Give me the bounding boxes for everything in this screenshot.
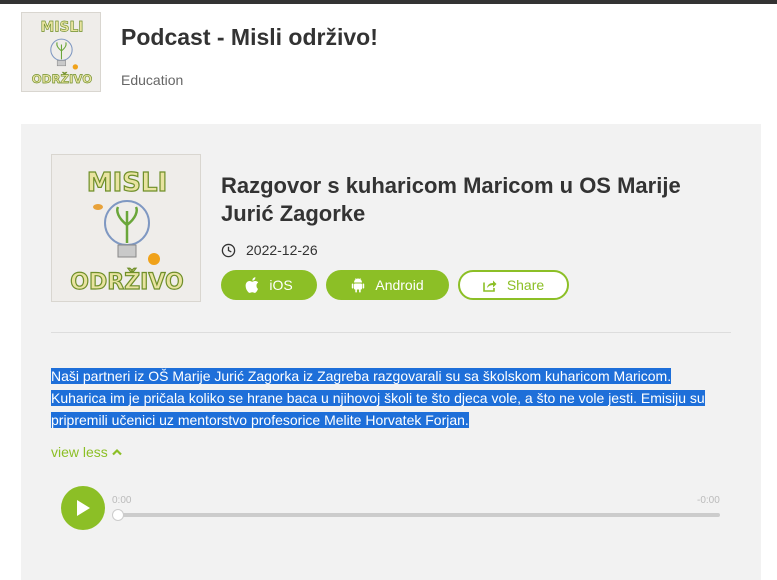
- episode-description: Naši partneri iz OŠ Marije Jurić Zagorka…: [51, 365, 741, 431]
- episode-cover-line1: MISLI: [87, 168, 168, 198]
- podcast-cover-art: MISLI ODRŽIVO: [22, 13, 100, 91]
- progress-bar[interactable]: [117, 513, 720, 517]
- share-icon: [483, 280, 497, 292]
- cover-line1: MISLI: [41, 20, 84, 36]
- chevron-up-icon: [112, 448, 122, 456]
- current-time: 0:00: [112, 495, 132, 506]
- android-icon: [352, 278, 365, 293]
- description-line: Kuharica im je pričala koliko se hrane b…: [51, 390, 705, 406]
- clock-icon: [221, 243, 236, 257]
- play-icon: [77, 500, 90, 516]
- android-button-label: Android: [375, 277, 424, 293]
- podcast-cover: MISLI ODRŽIVO: [21, 12, 101, 92]
- episode-title: Razgovor s kuharicom Maricom u OS Marije…: [221, 173, 681, 226]
- top-bar: [0, 0, 777, 4]
- episode-date: 2022-12-26: [221, 242, 318, 258]
- episode-panel: MISLI ODRŽIVO Razgovor s kuharicom Maric…: [21, 124, 761, 580]
- share-button[interactable]: Share: [458, 270, 569, 300]
- podcast-title: Podcast - Misli održivo!: [121, 24, 378, 50]
- episode-cover-line2: ODRŽIVO: [70, 269, 183, 295]
- divider: [51, 332, 731, 333]
- view-less-toggle[interactable]: view less: [51, 444, 122, 460]
- podcast-category[interactable]: Education: [121, 72, 183, 88]
- episode-cover: MISLI ODRŽIVO: [51, 154, 201, 302]
- view-less-label: view less: [51, 444, 108, 460]
- progress-handle[interactable]: [112, 509, 124, 521]
- apple-icon: [245, 277, 259, 293]
- ios-button-label: iOS: [269, 277, 293, 293]
- play-button[interactable]: [61, 486, 105, 530]
- remaining-time: -0:00: [697, 495, 720, 506]
- episode-date-text: 2022-12-26: [246, 242, 318, 258]
- cover-line2: ODRŽIVO: [32, 71, 92, 86]
- episode-cover-art: MISLI ODRŽIVO: [52, 155, 200, 301]
- share-button-label: Share: [506, 277, 545, 293]
- subscribe-buttons: iOS Android Share: [221, 270, 578, 300]
- ios-button[interactable]: iOS: [221, 270, 317, 300]
- android-button[interactable]: Android: [326, 270, 449, 300]
- description-line: Naši partneri iz OŠ Marije Jurić Zagorka…: [51, 368, 672, 384]
- description-line: pripremili učenici uz mentorstvo profeso…: [51, 412, 469, 428]
